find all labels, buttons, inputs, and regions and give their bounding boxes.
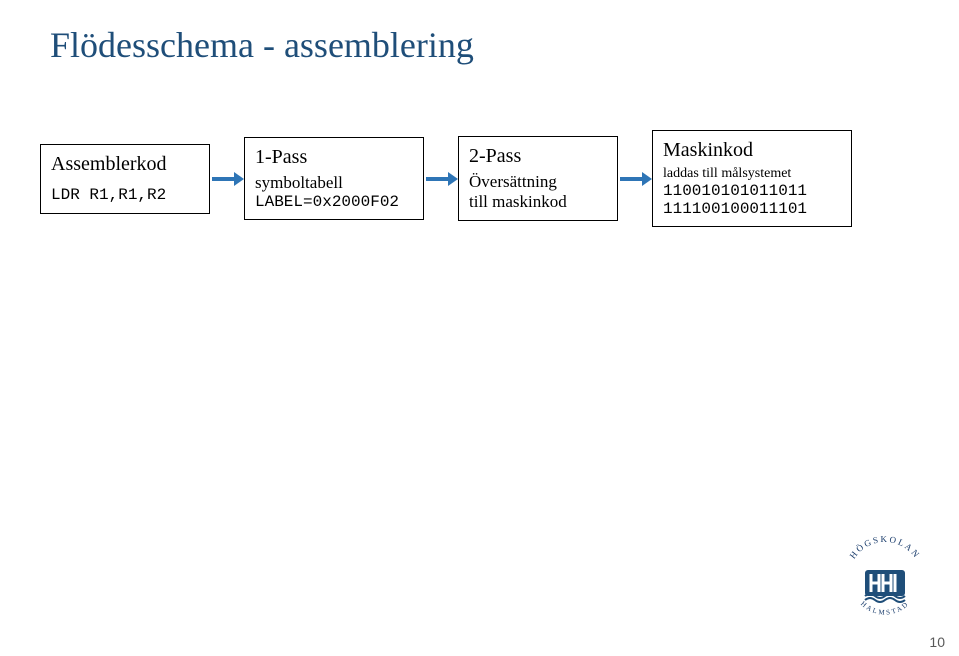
box-head: 1-Pass bbox=[255, 146, 413, 169]
logo-top-text: HÖGSKOLAN bbox=[848, 536, 923, 561]
box-sub: laddas till målsystemet bbox=[663, 166, 841, 182]
university-logo: HÖGSKOLAN HALMSTAD bbox=[839, 536, 931, 628]
arrow-icon bbox=[618, 169, 652, 189]
box-sub: LDR R1,R1,R2 bbox=[51, 186, 199, 204]
arrow-icon bbox=[424, 169, 458, 189]
box-sub: symboltabell bbox=[255, 173, 413, 193]
box-maskinkod: Maskinkod laddas till målsystemet 110010… bbox=[652, 130, 852, 227]
logo-bottom-text: HALMSTAD bbox=[859, 600, 911, 617]
box-assemblerkod: Assemblerkod LDR R1,R1,R2 bbox=[40, 144, 210, 214]
box-sub: LABEL=0x2000F02 bbox=[255, 193, 413, 211]
page-number: 10 bbox=[929, 634, 945, 650]
svg-text:HALMSTAD: HALMSTAD bbox=[859, 600, 911, 617]
box-head: Maskinkod bbox=[663, 139, 841, 162]
box-sub: 110010101011011 bbox=[663, 182, 841, 200]
box-head: 2-Pass bbox=[469, 145, 607, 168]
box-1pass: 1-Pass symboltabell LABEL=0x2000F02 bbox=[244, 137, 424, 220]
svg-text:HÖGSKOLAN: HÖGSKOLAN bbox=[848, 536, 923, 561]
arrow-icon bbox=[210, 169, 244, 189]
box-sub: till maskinkod bbox=[469, 192, 607, 212]
flow-diagram: Assemblerkod LDR R1,R1,R2 1-Pass symbolt… bbox=[40, 130, 852, 227]
slide-title: Flödesschema - assemblering bbox=[50, 24, 474, 66]
box-head: Assemblerkod bbox=[51, 153, 199, 176]
box-sub: 111100100011101 bbox=[663, 200, 841, 218]
box-sub: Översättning bbox=[469, 172, 607, 192]
box-2pass: 2-Pass Översättning till maskinkod bbox=[458, 136, 618, 221]
